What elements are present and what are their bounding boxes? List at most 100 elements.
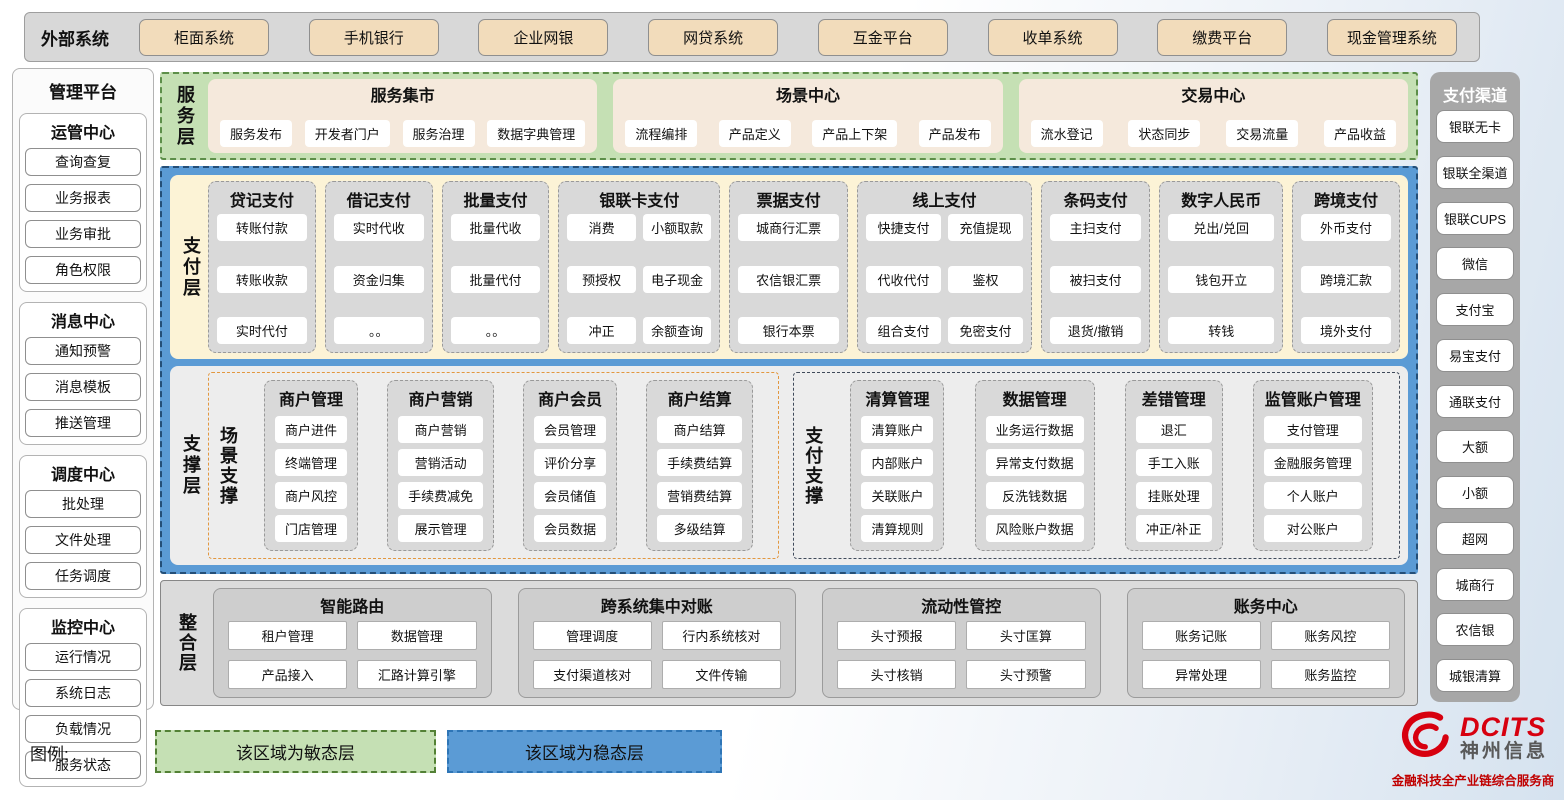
payment-function-chip: 免密支付 [948,317,1023,344]
support-layer-groups: 场景支撑 商户管理 商户进件 终端管理 [208,372,1400,559]
service-function-chip: 产品收益 [1324,120,1396,147]
payment-group-title: 批量支付 [451,187,541,211]
payment-function-chip: 。。 [451,317,541,344]
payment-group-title: 贷记支付 [217,187,307,211]
payment-function-chip: 实时代付 [217,317,307,344]
logo-company-text: 神州信息 [1460,742,1548,762]
channel-chip: 银联无卡 [1436,110,1514,143]
support-module-group: 数据管理 业务运行数据 异常支付数据 反洗钱数据 [975,380,1095,551]
support-module-title: 商户结算 [657,386,742,410]
support-function-chip: 冲正/补正 [1136,515,1212,542]
payment-function-chip: 小额取款 [643,214,711,241]
management-section-card: 运管中心 查询查复 业务报表 业务审批 角色权限 [19,113,147,292]
management-item-box: 业务审批 [25,220,141,248]
support-function-chip: 会员管理 [534,416,606,443]
external-systems-bar: 外部系统 柜面系统 手机银行 企业网银 网贷系统 互金平台 收单系统 缴费平台 … [24,12,1480,62]
support-function-chip: 异常支付数据 [986,449,1084,476]
support-function-chip: 对公账户 [1264,515,1362,542]
payment-function-chip: 转账收款 [217,266,307,293]
service-function-chip: 产品上下架 [812,120,897,147]
payment-product-group: 借记支付 实时代收 [325,181,433,353]
channel-chip: 微信 [1436,247,1514,280]
channel-chip: 城商行 [1436,568,1514,601]
payment-channels-title: 支付渠道 [1443,82,1507,106]
integration-layer-band: 整合层 智能路由 租户管理 数据管理 产品接入 汇路计算引擎 [160,580,1418,706]
channel-chip: 通联支付 [1436,385,1514,418]
integration-module-title: 跨系统集中对账 [533,593,782,617]
support-group-label: 支付支撑 [800,380,826,551]
payment-function-chip: 余额查询 [643,317,711,344]
service-function-chip: 开发者门户 [305,120,390,147]
external-systems-list: 柜面系统 手机银行 企业网银 网贷系统 互金平台 收单系统 缴费平台 现金管理系… [133,19,1463,56]
legend-label: 图例: [30,740,69,765]
external-systems-label: 外部系统 [41,25,133,50]
support-function-chip: 商户结算 [657,416,742,443]
support-function-chip: 商户进件 [275,416,347,443]
management-section-title: 运管中心 [25,119,141,143]
payment-function-chip: 批量代收 [451,214,541,241]
service-layer-groups: 服务集市 服务发布 开发者门户 服务治理 数据字典管理 场景中心 [208,79,1408,153]
payment-function-chip: 兑出/兑回 [1168,214,1274,241]
integration-module-group: 账务中心 账务记账 账务风控 异常处理 账务监控 [1127,588,1406,698]
management-sections: 运管中心 查询查复 业务报表 业务审批 角色权限 消息中心 [19,113,147,787]
support-function-chip: 终端管理 [275,449,347,476]
management-item-box: 角色权限 [25,256,141,284]
stable-layer-container: 支付层 贷记支付 转账付款 [160,166,1418,574]
integration-function-chip: 支付渠道核对 [533,660,652,689]
payment-group-title: 银联卡支付 [567,187,711,211]
payment-group-title: 跨境支付 [1301,187,1391,211]
management-item-box: 查询查复 [25,148,141,176]
payment-function-chip: 快捷支付 [866,214,941,241]
support-module-title: 商户会员 [534,386,606,410]
integration-module-title: 流动性管控 [837,593,1086,617]
support-group: 场景支撑 商户管理 商户进件 终端管理 [208,372,779,559]
management-item-box: 通知预警 [25,337,141,365]
integration-function-chip: 行内系统核对 [662,621,781,650]
channel-chip: 银联CUPS [1436,202,1514,235]
payment-function-chip: 电子现金 [643,266,711,293]
integration-layer-label: 整合层 [173,588,201,698]
management-section-title: 调度中心 [25,461,141,485]
service-layer-label: 服务层 [170,79,200,153]
payment-function-chip: 实时代收 [334,214,424,241]
management-item-box: 负载情况 [25,715,141,743]
payment-group-title: 线上支付 [866,187,1023,211]
management-section-card: 消息中心 通知预警 消息模板 推送管理 [19,302,147,445]
support-function-chip: 商户风控 [275,482,347,509]
external-system-box: 企业网银 [478,19,608,56]
integration-function-chip: 数据管理 [357,621,476,650]
integration-function-chip: 头寸匡算 [966,621,1085,650]
support-group-label: 场景支撑 [215,380,241,551]
integration-groups: 智能路由 租户管理 数据管理 产品接入 汇路计算引擎 跨系统集中对账 [213,588,1405,698]
integration-module-group: 智能路由 租户管理 数据管理 产品接入 汇路计算引擎 [213,588,492,698]
service-function-chip: 产品定义 [719,120,791,147]
payment-layer-label: 支付层 [178,181,204,353]
payment-function-chip: 外币支付 [1301,214,1391,241]
payment-function-chip: 消费 [567,214,635,241]
payment-function-chip: 鉴权 [948,266,1023,293]
support-module-group: 差错管理 退汇 手工入账 挂账处理 [1125,380,1223,551]
payment-channels-list: 银联无卡 银联全渠道 银联CUPS 微信 支付宝 易宝支付 通联支付 大额 小额… [1436,110,1514,692]
payment-product-group: 票据支付 城商行汇票 [729,181,848,353]
payment-function-chip: 农信银汇票 [738,266,839,293]
external-system-box: 收单系统 [988,19,1118,56]
payment-function-chip: 批量代付 [451,266,541,293]
support-function-chip: 评价分享 [534,449,606,476]
management-item-box: 推送管理 [25,409,141,437]
channel-chip: 城银清算 [1436,659,1514,692]
service-function-chip: 服务发布 [220,120,292,147]
service-center-group: 场景中心 流程编排 产品定义 产品上下架 产品发布 [613,79,1002,153]
channel-chip: 支付宝 [1436,293,1514,326]
external-system-box: 柜面系统 [139,19,269,56]
support-function-chip: 支付管理 [1264,416,1362,443]
management-platform-panel: 管理平台 运管中心 查询查复 业务报表 业务审批 角色权限 [12,68,154,710]
support-function-chip: 挂账处理 [1136,482,1212,509]
payment-product-group: 数字人民币 兑出/兑回 [1159,181,1283,353]
support-function-chip: 清算账户 [861,416,933,443]
support-function-chip: 手续费结算 [657,449,742,476]
payment-function-chip: 冲正 [567,317,635,344]
management-platform-title: 管理平台 [19,76,147,104]
payment-function-chip: 银行本票 [738,317,839,344]
support-function-chip: 风险账户数据 [986,515,1084,542]
support-function-chip: 商户营销 [398,416,483,443]
